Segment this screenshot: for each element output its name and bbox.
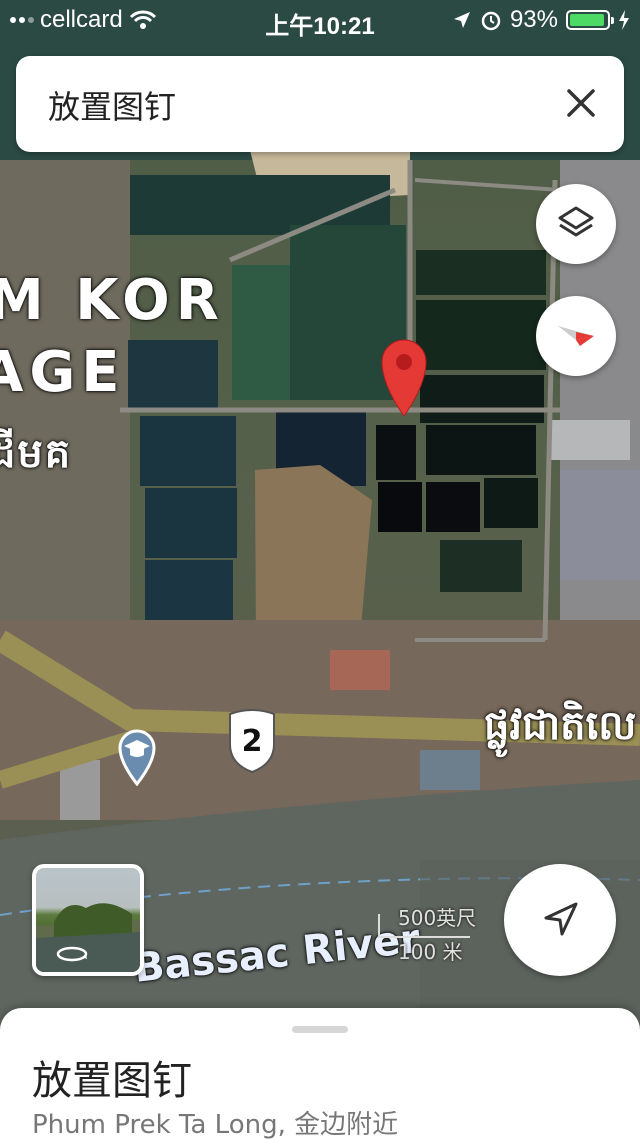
location-arrow-icon <box>453 12 470 28</box>
search-card-title: 放置图钉 <box>48 88 177 126</box>
layers-button[interactable] <box>536 184 616 264</box>
close-button[interactable] <box>556 78 606 128</box>
rotate-360-icon <box>56 946 88 962</box>
compass-icon <box>558 326 594 346</box>
place-label-khmer: ដីមគ <box>0 431 73 477</box>
map-pin-icon <box>381 339 427 417</box>
route-shield: 2 <box>226 708 278 774</box>
place-subtitle: Phum Prek Ta Long, 金边附近 <box>32 1110 399 1140</box>
scale-metric: 100 米 <box>398 940 463 964</box>
place-bottom-sheet[interactable]: 放置图钉 Phum Prek Ta Long, 金边附近 <box>0 1008 640 1148</box>
scale-imperial: 500英尺 <box>398 906 477 930</box>
graduation-cap-icon <box>118 729 156 786</box>
place-title: 放置图钉 <box>32 1058 192 1104</box>
status-right: 93% <box>452 6 630 34</box>
battery-percent: 93% <box>509 6 558 33</box>
battery-icon <box>566 10 614 30</box>
close-icon <box>567 89 595 117</box>
compass-button[interactable] <box>536 296 616 376</box>
place-label-line2: AGE <box>0 340 126 405</box>
navigation-arrow-icon <box>544 902 578 936</box>
school-pin[interactable] <box>114 726 160 786</box>
place-label-line1: M KOR <box>0 268 225 333</box>
status-bar: cellcard 上午10:21 93% <box>0 0 640 40</box>
alarm-icon <box>481 11 501 31</box>
map-scale: 500英尺 100 米 <box>376 902 496 964</box>
street-view-thumbnail[interactable] <box>32 864 144 976</box>
charging-bolt-icon <box>619 10 629 30</box>
dropped-pin[interactable] <box>378 336 430 418</box>
search-card[interactable]: 放置图钉 <box>16 56 624 152</box>
layers-icon <box>558 206 594 237</box>
route-number: 2 <box>241 724 263 759</box>
road-label-khmer: ផ្លូវជាតិលេ <box>484 703 637 749</box>
sheet-drag-handle[interactable] <box>292 1026 348 1033</box>
my-location-button[interactable] <box>504 864 616 976</box>
